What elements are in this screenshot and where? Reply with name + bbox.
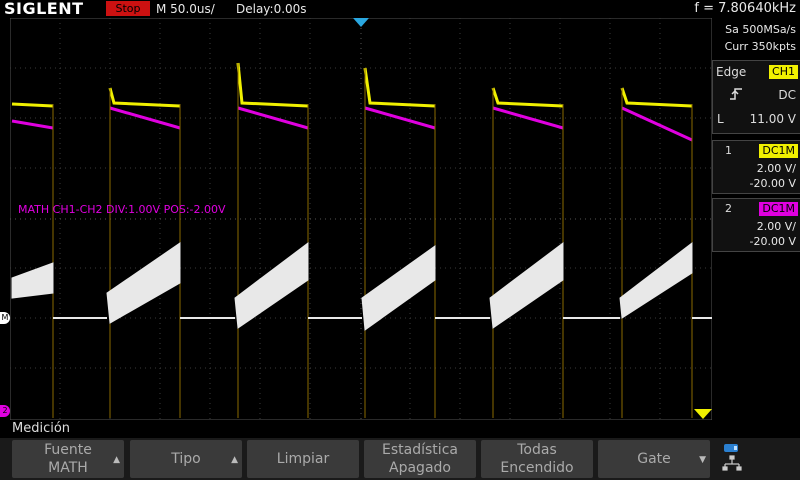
ch2-coupling-badge: DC1M xyxy=(759,202,798,216)
trigger-level-label: L xyxy=(717,112,724,126)
ch1-coupling-badge: DC1M xyxy=(759,144,798,158)
ch2-number: 2 xyxy=(725,202,732,215)
math-label: MATH CH1-CH2 DIV:1.00V POS:-2.00V xyxy=(18,203,226,216)
ch1-scale: 2.00 V/ xyxy=(756,162,796,175)
softkey-tipo[interactable]: Tipo ▲ xyxy=(130,440,242,478)
rising-edge-icon xyxy=(730,88,742,100)
delay-readout[interactable]: Delay:0.00s xyxy=(236,2,307,16)
arrow-up-icon: ▲ xyxy=(231,455,238,465)
ch2-marker-label: 2 xyxy=(2,406,8,415)
softkey-fuente-label: Fuente xyxy=(44,442,92,458)
softkey-estadistica[interactable]: Estadística Apagado xyxy=(364,440,476,478)
softkey-fuente[interactable]: Fuente MATH ▲ xyxy=(12,440,124,478)
softkey-todas-label: Todas xyxy=(517,442,557,458)
softkey-estadistica-label: Estadística xyxy=(382,442,458,458)
math-marker-label: M xyxy=(1,313,9,322)
ch2-panel[interactable]: 2 DC1M 2.00 V/ -20.00 V xyxy=(712,198,800,252)
frequency-readout: f = 7.80640kHz xyxy=(694,1,796,16)
softkey-todas[interactable]: Todas Encendido xyxy=(481,440,593,478)
ch1-panel[interactable]: 1 DC1M 2.00 V/ -20.00 V xyxy=(712,140,800,194)
softkey-todas-value: Encendido xyxy=(500,460,574,476)
softkey-tipo-label: Tipo xyxy=(171,451,201,467)
network-icon xyxy=(722,444,742,471)
ch2-offset-marker[interactable]: 2 xyxy=(0,405,10,417)
ch1-number: 1 xyxy=(725,144,732,157)
memory-depth: Curr 350kpts xyxy=(724,40,796,53)
softkey-fuente-value: MATH xyxy=(48,460,88,476)
trigger-type: Edge xyxy=(716,65,747,79)
brand-logo: SIGLENT xyxy=(4,0,84,18)
softkey-limpiar[interactable]: Limpiar xyxy=(247,440,359,478)
trigger-coupling: DC xyxy=(778,88,796,102)
sample-rate: Sa 500MSa/s xyxy=(725,23,796,36)
trigger-source-badge: CH1 xyxy=(769,65,798,79)
run-stop-indicator[interactable]: Stop xyxy=(106,1,150,16)
softkey-gate[interactable]: Gate ▼ xyxy=(598,440,710,478)
menu-title: Medición xyxy=(12,421,71,436)
trigger-level: 11.00 V xyxy=(749,112,796,126)
arrow-up-icon: ▲ xyxy=(113,455,120,465)
ch2-scale: 2.00 V/ xyxy=(756,220,796,233)
softkey-gate-label: Gate xyxy=(637,451,671,467)
trigger-panel[interactable]: Edge CH1 DC L 11.00 V xyxy=(712,60,800,134)
ch1-offset: -20.00 V xyxy=(749,177,796,190)
math-offset-marker[interactable]: M xyxy=(0,312,10,324)
softkey-estadistica-value: Apagado xyxy=(389,460,451,476)
right-info-panel: Sa 500MSa/s Curr 350kpts Edge CH1 DC L 1… xyxy=(712,18,800,420)
trigger-position-marker xyxy=(353,18,369,27)
top-status-bar: SIGLENT Stop M 50.0us/ Delay:0.00s f = 7… xyxy=(0,0,800,18)
arrow-down-icon: ▼ xyxy=(699,455,706,465)
waveform-display[interactable]: MATH CH1-CH2 DIV:1.00V POS:-2.00V xyxy=(10,18,712,420)
timebase-readout[interactable]: M 50.0us/ xyxy=(156,2,215,16)
trigger-level-marker[interactable] xyxy=(694,409,712,419)
softkey-limpiar-label: Limpiar xyxy=(276,451,330,467)
ch2-offset: -20.00 V xyxy=(749,235,796,248)
